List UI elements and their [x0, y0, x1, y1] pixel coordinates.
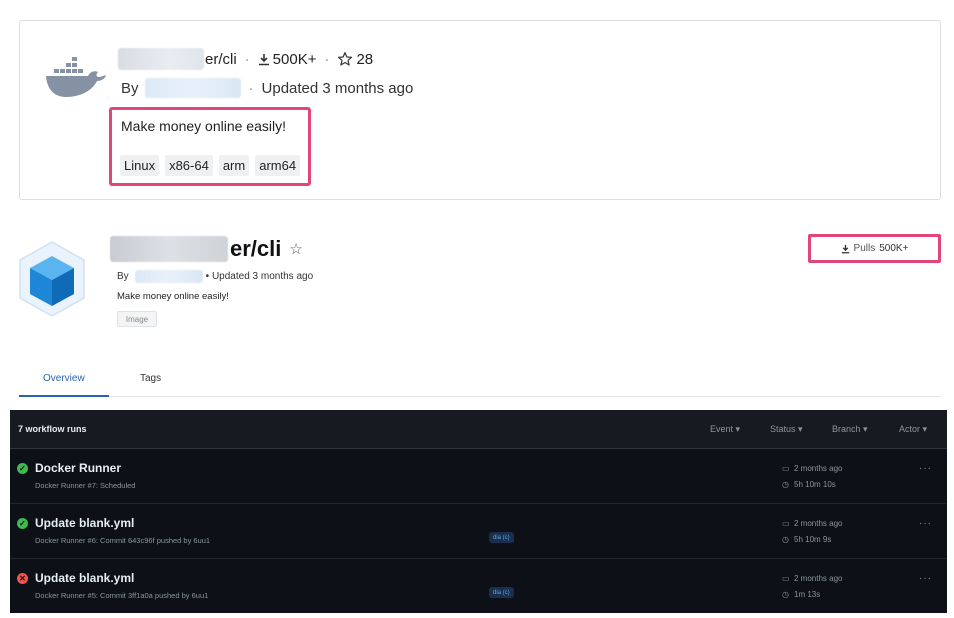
run-duration: 5h 10m 10s [794, 480, 836, 489]
run-date: 2 months ago [794, 464, 843, 473]
publisher-line: By · Updated 3 months ago [121, 77, 413, 99]
workflow-runs-header: 7 workflow runs Event ▾ Status ▾ Branch … [10, 410, 947, 449]
image-cube-icon [19, 241, 85, 317]
repo-card-search-result[interactable]: er/cli · 500K+ · 28 By · Updated 3 month… [19, 20, 941, 200]
download-icon [841, 244, 849, 253]
branch-label[interactable]: dia (c) [489, 532, 514, 543]
star-icon [337, 51, 353, 67]
run-date: 2 months ago [794, 574, 843, 583]
filter-branch[interactable]: Branch ▾ [832, 424, 868, 435]
platform-tag: arm [218, 155, 250, 176]
star-count: 28 [356, 50, 374, 68]
workflow-run-count: 7 workflow runs [18, 424, 87, 434]
more-options-icon[interactable]: ··· [919, 518, 932, 529]
filter-event[interactable]: Event ▾ [710, 424, 740, 435]
separator-dot: · [248, 79, 254, 97]
platform-tags: Linux x86-64 arm arm64 [120, 155, 301, 176]
repo-title: er/cli ☆ [110, 233, 303, 265]
repo-description: Make money online easily! [121, 118, 286, 134]
filter-actor[interactable]: Actor ▾ [899, 424, 927, 435]
repo-name-suffix: er/cli [230, 236, 282, 261]
by-label: By [117, 270, 129, 282]
updated-text: Updated 3 months ago [261, 79, 414, 97]
by-label: By [121, 79, 139, 97]
more-options-icon[interactable]: ··· [919, 573, 932, 584]
redacted-publisher [134, 269, 203, 283]
pulls-label: Pulls [853, 243, 876, 254]
stopwatch-icon: ◷ [782, 590, 789, 599]
download-count: 500K+ [272, 50, 317, 68]
filter-status[interactable]: Status ▾ [770, 424, 803, 435]
repo-name[interactable]: er/cli · 500K+ · 28 [118, 47, 373, 71]
run-duration: 1m 13s [794, 590, 821, 599]
repo-description: Make money online easily! [117, 291, 229, 302]
workflow-runs-panel: 7 workflow runs Event ▾ Status ▾ Branch … [10, 410, 947, 613]
updated-text: • Updated 3 months ago [205, 270, 314, 282]
redacted-namespace [118, 48, 204, 70]
redacted-namespace [110, 236, 228, 262]
workflow-run-row[interactable]: ✓ Docker Runner Docker Runner #7: Schedu… [10, 449, 947, 504]
success-check-icon: ✓ [17, 518, 28, 529]
success-check-icon: ✓ [17, 463, 28, 474]
workflow-run-row[interactable]: ✓ Update blank.yml Docker Runner #6: Com… [10, 504, 947, 559]
pulls-value: 500K+ [879, 243, 909, 254]
run-subtitle: Docker Runner #7: Scheduled [35, 481, 136, 490]
type-badge: Image [117, 311, 157, 327]
run-title[interactable]: Update blank.yml [35, 571, 134, 585]
separator-dot: · [324, 50, 330, 68]
download-icon [258, 53, 270, 66]
publisher-line: By • Updated 3 months ago [117, 268, 313, 284]
workflow-run-row[interactable]: ✕ Update blank.yml Docker Runner #5: Com… [10, 559, 947, 614]
run-date: 2 months ago [794, 519, 843, 528]
star-button-icon[interactable]: ☆ [289, 240, 302, 258]
stopwatch-icon: ◷ [782, 480, 789, 489]
calendar-icon: ▭ [782, 574, 790, 583]
docker-whale-icon [46, 57, 106, 97]
repo-name-suffix: er/cli [205, 50, 237, 68]
calendar-icon: ▭ [782, 464, 790, 473]
run-meta: ▭ 2 months ago ◷ 5h 10m 9s [782, 516, 842, 548]
updated-value: Updated 3 months ago [211, 270, 314, 282]
platform-tag: x86-64 [165, 155, 213, 176]
run-duration: 5h 10m 9s [794, 535, 832, 544]
pulls-highlight-box: Pulls 500K+ [808, 234, 941, 263]
platform-tag: arm64 [255, 155, 301, 176]
tab-overview[interactable]: Overview [19, 373, 109, 397]
redacted-publisher [144, 78, 241, 98]
branch-label[interactable]: dia (c) [489, 587, 514, 598]
separator-dot: · [244, 50, 250, 68]
run-title[interactable]: Docker Runner [35, 461, 121, 475]
run-meta: ▭ 2 months ago ◷ 1m 13s [782, 571, 842, 603]
repo-tabs: Overview Tags [19, 366, 941, 397]
run-meta: ▭ 2 months ago ◷ 5h 10m 10s [782, 461, 842, 493]
run-subtitle: Docker Runner #5: Commit 3ff1a0a pushed … [35, 591, 209, 600]
run-subtitle: Docker Runner #6: Commit 643c96f pushed … [35, 536, 211, 545]
failure-x-icon: ✕ [17, 573, 28, 584]
run-title[interactable]: Update blank.yml [35, 516, 134, 530]
tab-tags[interactable]: Tags [140, 373, 161, 384]
more-options-icon[interactable]: ··· [919, 463, 932, 474]
calendar-icon: ▭ [782, 519, 790, 528]
platform-tag: Linux [120, 155, 160, 176]
stopwatch-icon: ◷ [782, 535, 789, 544]
